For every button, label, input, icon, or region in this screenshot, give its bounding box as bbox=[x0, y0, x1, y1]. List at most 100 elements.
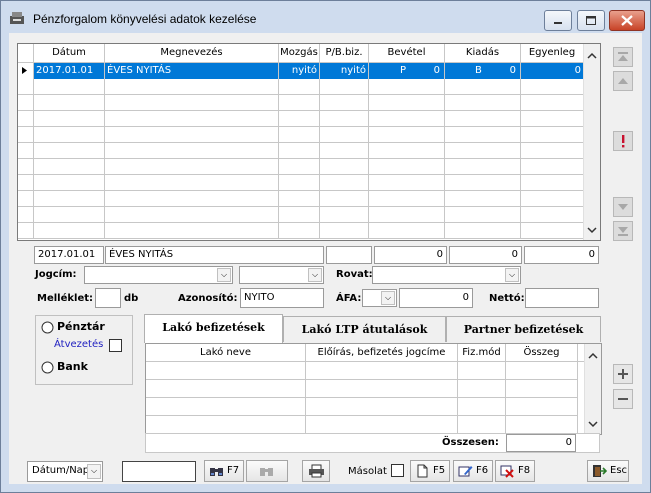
transactions-grid[interactable]: Dátum Megnevezés Mozgás P/B.biz. Bevétel… bbox=[17, 43, 601, 241]
cell-datum[interactable]: 2017.01.01 bbox=[34, 63, 105, 79]
col-kiadas[interactable]: Kiadás bbox=[445, 44, 521, 62]
cell-bevetel[interactable]: P 0 bbox=[369, 63, 445, 79]
table-row[interactable]: 2017.01.01 ÉVES NYITÁS nyitó nyitó P 0 B… bbox=[18, 63, 584, 79]
minimize-icon bbox=[554, 22, 562, 24]
col-datum[interactable]: Dátum bbox=[34, 44, 105, 62]
exclamation-icon bbox=[622, 135, 625, 148]
minus-icon bbox=[618, 398, 628, 400]
azonosito-field[interactable]: NYITO bbox=[240, 288, 324, 308]
grid-scrollbar[interactable] bbox=[583, 44, 600, 240]
chevron-down-icon[interactable]: ⌵ bbox=[217, 268, 231, 282]
app-icon bbox=[10, 12, 24, 24]
tab-partner-befizetesek[interactable]: Partner befizetések bbox=[446, 316, 601, 342]
kiadas-value: 0 bbox=[509, 65, 516, 76]
bevetel-value: 0 bbox=[433, 65, 440, 76]
first-record-button[interactable] bbox=[613, 47, 633, 67]
table-row[interactable] bbox=[18, 191, 584, 207]
edit-f6-button[interactable]: F6 bbox=[453, 460, 493, 482]
masolat-checkbox[interactable] bbox=[391, 464, 404, 477]
find-f7-button[interactable]: F7 bbox=[204, 460, 244, 482]
afa-combo[interactable]: ⌵ bbox=[362, 289, 397, 307]
detail-datum-field[interactable]: 2017.01.01 bbox=[34, 246, 104, 264]
rovat-combo[interactable]: ⌵ bbox=[372, 266, 521, 284]
print-button[interactable] bbox=[302, 460, 330, 482]
table-row[interactable] bbox=[146, 380, 578, 398]
search-field[interactable] bbox=[122, 461, 196, 482]
table-row[interactable] bbox=[18, 143, 584, 159]
cell-egyenleg[interactable]: 0 bbox=[521, 63, 584, 79]
remove-row-button[interactable] bbox=[613, 389, 633, 409]
col-mozgas[interactable]: Mozgás bbox=[279, 44, 320, 62]
table-row[interactable] bbox=[18, 175, 584, 191]
col-pbbiz[interactable]: P/B.biz. bbox=[320, 44, 369, 62]
chevron-down-icon[interactable]: ⌵ bbox=[87, 464, 101, 479]
alert-button[interactable] bbox=[613, 131, 633, 151]
add-row-button[interactable] bbox=[613, 364, 633, 384]
jogcim2-combo[interactable]: ⌵ bbox=[239, 266, 324, 284]
rovat-label: Rovat: bbox=[336, 269, 373, 280]
table-row[interactable] bbox=[18, 95, 584, 111]
prev-record-button[interactable] bbox=[613, 71, 633, 91]
exit-esc-button[interactable]: Esc bbox=[587, 460, 629, 482]
melleklet-field[interactable] bbox=[95, 288, 121, 308]
sort-combo[interactable]: Dátum/Nap ⌵ bbox=[27, 461, 103, 482]
first-record-icon bbox=[618, 52, 628, 61]
binoculars-disabled-icon bbox=[260, 468, 273, 476]
prev-record-icon bbox=[618, 78, 628, 84]
netto-field[interactable] bbox=[525, 288, 599, 308]
detail-kiadas-field[interactable]: 0 bbox=[449, 246, 522, 264]
detail-mozgas-field[interactable] bbox=[326, 246, 372, 264]
col-lako-neve[interactable]: Lakó neve bbox=[146, 344, 306, 362]
next-record-button[interactable] bbox=[613, 197, 633, 217]
maximize-button[interactable] bbox=[577, 10, 605, 31]
cell-kiadas[interactable]: B 0 bbox=[445, 63, 521, 79]
detail-egyenleg-field[interactable]: 0 bbox=[524, 246, 599, 264]
scroll-up-icon[interactable] bbox=[584, 48, 600, 64]
tab-lako-befizetesek[interactable]: Lakó befizetések bbox=[144, 314, 283, 343]
table-row[interactable] bbox=[18, 159, 584, 175]
lako-befizetesek-grid[interactable]: Lakó neve Előírás, befizetés jogcíme Fiz… bbox=[145, 343, 602, 435]
table-row[interactable] bbox=[18, 223, 584, 239]
col-megnevezes[interactable]: Megnevezés bbox=[105, 44, 279, 62]
jogcim-combo[interactable]: ⌵ bbox=[84, 266, 233, 284]
detail-megnevezes-field[interactable]: ÉVES NYITÁS bbox=[105, 246, 324, 264]
scroll-down-icon[interactable] bbox=[584, 222, 600, 238]
col-egyenleg[interactable]: Egyenleg bbox=[521, 44, 584, 62]
find-next-button[interactable] bbox=[246, 460, 288, 482]
delete-f8-button[interactable]: F8 bbox=[495, 460, 535, 482]
table-row[interactable] bbox=[18, 79, 584, 95]
scroll-up-icon[interactable] bbox=[585, 348, 601, 364]
cell-pbbiz[interactable]: nyitó bbox=[320, 63, 369, 79]
afa-value-field[interactable]: 0 bbox=[399, 288, 473, 308]
detail-bevetel-field[interactable]: 0 bbox=[374, 246, 447, 264]
table-row[interactable] bbox=[146, 398, 578, 416]
atvezetes-checkbox[interactable] bbox=[109, 339, 122, 352]
new-f5-button[interactable]: F5 bbox=[410, 460, 450, 482]
chevron-down-icon[interactable]: ⌵ bbox=[505, 268, 519, 282]
subgrid-scrollbar[interactable] bbox=[584, 344, 601, 434]
next-record-icon bbox=[618, 204, 628, 210]
close-button[interactable] bbox=[609, 10, 645, 31]
plus-icon bbox=[618, 369, 628, 379]
table-row[interactable] bbox=[18, 127, 584, 143]
table-row[interactable] bbox=[18, 111, 584, 127]
sort-value: Dátum/Nap bbox=[32, 465, 90, 476]
scroll-down-icon[interactable] bbox=[585, 416, 601, 432]
tab-lako-ltp-atutalasok[interactable]: Lakó LTP átutalások bbox=[283, 316, 446, 342]
col-fizmod[interactable]: Fiz.mód bbox=[458, 344, 506, 362]
table-row[interactable] bbox=[18, 207, 584, 223]
cell-mozgas[interactable]: nyitó bbox=[279, 63, 320, 79]
col-osszeg[interactable]: Összeg bbox=[506, 344, 578, 362]
chevron-down-icon[interactable]: ⌵ bbox=[308, 268, 322, 282]
chevron-down-icon[interactable]: ⌵ bbox=[381, 291, 395, 305]
minimize-button[interactable] bbox=[544, 10, 572, 31]
last-record-button[interactable] bbox=[613, 221, 633, 241]
table-row[interactable] bbox=[146, 416, 578, 434]
table-row[interactable] bbox=[146, 362, 578, 380]
osszesen-label: Összesen: bbox=[442, 437, 499, 448]
cell-megnevezes[interactable]: ÉVES NYITÁS bbox=[105, 63, 279, 79]
f5-label: F5 bbox=[433, 465, 446, 476]
col-jogcim[interactable]: Előírás, befizetés jogcíme bbox=[306, 344, 458, 362]
close-icon bbox=[621, 15, 633, 26]
col-bevetel[interactable]: Bevétel bbox=[369, 44, 445, 62]
